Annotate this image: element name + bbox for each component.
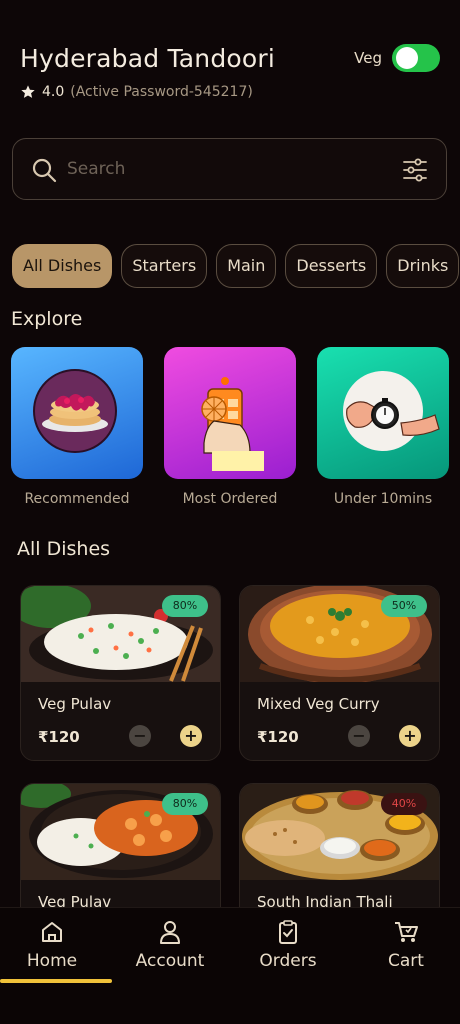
tab-starters[interactable]: Starters	[121, 244, 208, 288]
discount-badge: 40%	[381, 793, 427, 815]
dish-name: Veg Pulav	[38, 695, 112, 713]
dish-card[interactable]: 50% Mixed Veg Curry ₹120 − +	[239, 585, 440, 761]
tab-all-dishes[interactable]: All Dishes	[12, 244, 113, 288]
dish-image: 80%	[21, 784, 220, 880]
dish-image: 40%	[240, 784, 439, 880]
all-dishes-title: All Dishes	[17, 538, 111, 560]
discount-badge: 50%	[381, 595, 427, 617]
explore-label: Under 10mins	[333, 491, 433, 507]
recommended-tile	[11, 347, 143, 479]
explore-row: Recommended Most Ordered Under 10mins	[11, 347, 460, 517]
stopwatch-icon	[343, 371, 440, 451]
veg-toggle[interactable]	[392, 44, 440, 72]
user-icon	[160, 921, 180, 944]
home-icon	[42, 922, 62, 942]
veg-filter: Veg	[354, 44, 440, 72]
explore-card-under-10mins[interactable]: Under 10mins	[317, 347, 449, 507]
filter-sliders-icon[interactable]	[402, 157, 428, 183]
explore-card-recommended[interactable]: Recommended	[11, 347, 143, 507]
tab-drinks[interactable]: Drinks	[386, 244, 460, 288]
most-ordered-tile	[164, 347, 296, 479]
dish-price: ₹120	[38, 728, 80, 746]
dish-image: 80%	[21, 586, 220, 682]
cart-icon	[395, 922, 418, 942]
search-bar[interactable]: Search	[12, 138, 447, 200]
rating-row: 4.0 (Active Password-545217)	[20, 84, 253, 100]
restaurant-header: Hyderabad Tandoori 4.0 (Active Password-…	[20, 40, 440, 110]
restaurant-title: Hyderabad Tandoori	[20, 44, 276, 73]
decrease-quantity-button[interactable]: −	[348, 725, 370, 747]
explore-title: Explore	[11, 308, 83, 330]
rating-note: (Active Password-545217)	[70, 84, 253, 100]
discount-badge: 80%	[162, 595, 208, 617]
toggle-knob	[396, 47, 418, 69]
rating-value: 4.0	[42, 84, 65, 100]
clipboard-check-icon	[279, 920, 297, 944]
explore-label: Most Ordered	[182, 491, 278, 507]
category-tabs: All Dishes Starters Main Desserts Drinks	[12, 244, 460, 290]
nav-label: Cart	[388, 951, 424, 971]
phone-order-icon	[201, 377, 264, 471]
nav-label: Home	[26, 951, 78, 971]
increase-quantity-button[interactable]: +	[399, 725, 421, 747]
nav-label: Orders	[259, 951, 317, 971]
under-10mins-tile	[317, 347, 449, 479]
discount-badge: 80%	[162, 793, 208, 815]
increase-quantity-button[interactable]: +	[180, 725, 202, 747]
nav-account[interactable]: Account	[111, 918, 229, 971]
pancake-icon	[33, 369, 117, 453]
tab-main[interactable]: Main	[216, 244, 277, 288]
dish-name: Mixed Veg Curry	[257, 695, 380, 713]
decrease-quantity-button[interactable]: −	[129, 725, 151, 747]
nav-orders[interactable]: Orders	[229, 918, 347, 971]
explore-label: Recommended	[24, 491, 130, 507]
tab-desserts[interactable]: Desserts	[285, 244, 378, 288]
nav-home[interactable]: Home	[0, 918, 111, 971]
active-tab-indicator	[0, 979, 112, 983]
bottom-navigation: Home Account Orders Cart	[0, 907, 460, 1024]
dish-image: 50%	[240, 586, 439, 682]
star-icon	[21, 85, 35, 98]
search-icon	[32, 158, 57, 183]
explore-card-most-ordered[interactable]: Most Ordered	[164, 347, 296, 507]
nav-cart[interactable]: Cart	[347, 918, 460, 971]
nav-label: Account	[135, 951, 205, 971]
dish-price: ₹120	[257, 728, 299, 746]
veg-label: Veg	[354, 49, 382, 67]
dish-card[interactable]: 80% Veg Pulav ₹120 − +	[20, 585, 221, 761]
search-input[interactable]: Search	[67, 159, 125, 179]
